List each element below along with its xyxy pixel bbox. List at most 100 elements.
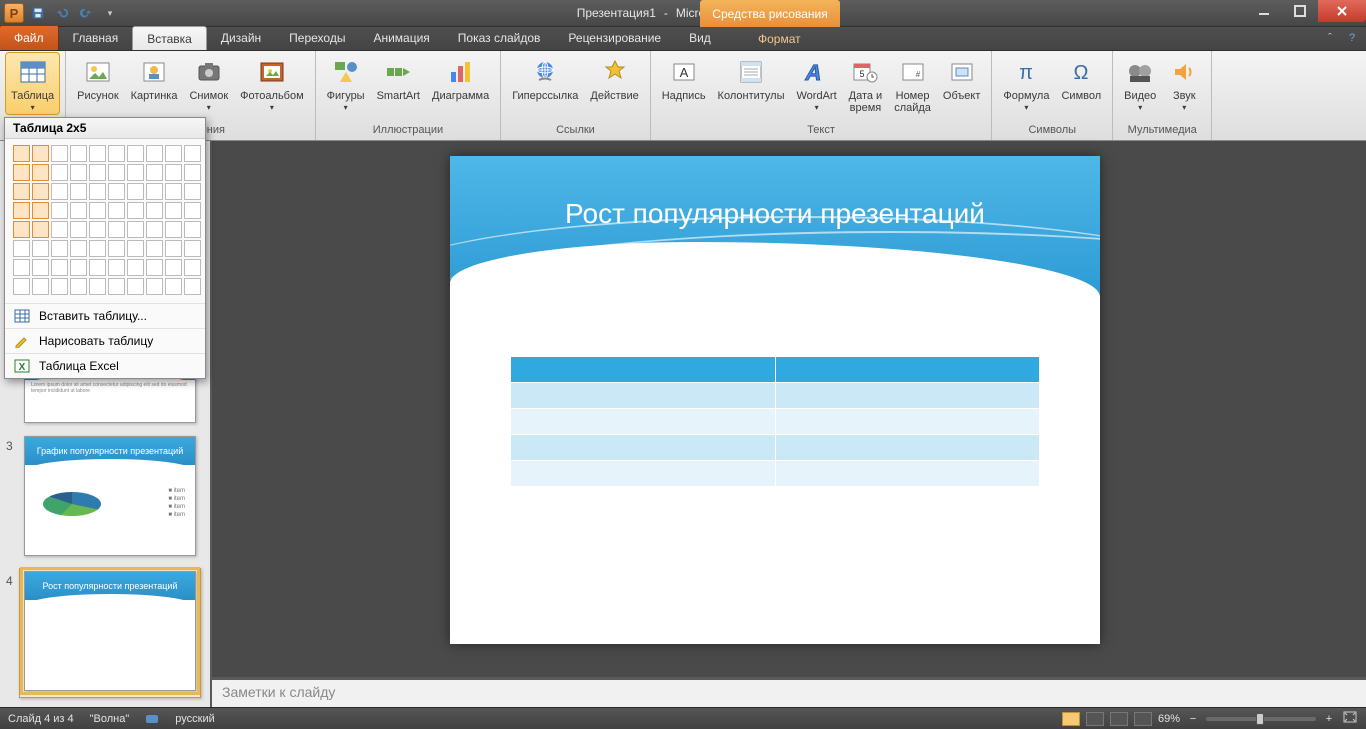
tab-design[interactable]: Дизайн bbox=[207, 26, 275, 50]
picture-icon bbox=[82, 56, 114, 88]
clipart-icon bbox=[138, 56, 170, 88]
svg-text:A: A bbox=[679, 65, 688, 80]
tab-review[interactable]: Рецензирование bbox=[554, 26, 675, 50]
group-media: Видео Звук Мультимедиа bbox=[1113, 51, 1212, 140]
table-button[interactable]: Таблица bbox=[6, 53, 59, 114]
theme-name[interactable]: "Волна" bbox=[90, 713, 130, 725]
screenshot-icon bbox=[193, 56, 225, 88]
photoalbum-button[interactable]: Фотоальбом bbox=[235, 53, 309, 114]
svg-text:X: X bbox=[19, 362, 26, 373]
zoom-level[interactable]: 69% bbox=[1158, 713, 1180, 725]
video-button[interactable]: Видео bbox=[1119, 53, 1161, 114]
slide-canvas[interactable]: Рост популярности презентаций bbox=[450, 156, 1100, 644]
title-bar: P ▾ Презентация1 - Microsoft PowerPoint … bbox=[0, 0, 1366, 27]
zoom-out-button[interactable]: − bbox=[1186, 713, 1200, 725]
group-links: Гиперссылка Действие Ссылки bbox=[501, 51, 651, 140]
equation-button[interactable]: π Формула bbox=[998, 53, 1054, 114]
video-icon bbox=[1124, 56, 1156, 88]
maximize-button[interactable] bbox=[1282, 0, 1318, 22]
excel-icon: X bbox=[13, 358, 31, 374]
svg-text:Ω: Ω bbox=[1074, 62, 1089, 84]
excel-table-menuitem[interactable]: X Таблица Excel bbox=[5, 353, 205, 378]
svg-text:#: # bbox=[915, 70, 920, 79]
textbox-icon: A bbox=[668, 56, 700, 88]
close-button[interactable] bbox=[1318, 0, 1366, 22]
object-button[interactable]: Объект bbox=[938, 53, 985, 114]
symbol-button[interactable]: Ω Символ bbox=[1056, 53, 1106, 114]
audio-button[interactable]: Звук bbox=[1163, 53, 1205, 114]
svg-text:A: A bbox=[803, 60, 824, 85]
table-size-grid[interactable] bbox=[5, 139, 205, 303]
headerfooter-button[interactable]: Колонтитулы bbox=[713, 53, 790, 114]
shapes-button[interactable]: Фигуры bbox=[322, 53, 370, 114]
inserted-table[interactable] bbox=[510, 356, 1040, 487]
spellcheck-icon[interactable] bbox=[145, 713, 159, 725]
action-button[interactable]: Действие bbox=[585, 53, 643, 102]
smartart-button[interactable]: SmartArt bbox=[372, 53, 425, 114]
group-text: A Надпись Колонтитулы A WordArt 5 Дата и… bbox=[651, 51, 993, 140]
draw-table-menuitem[interactable]: Нарисовать таблицу bbox=[5, 328, 205, 353]
slide-thumbnail-4[interactable]: Рост популярности презентаций bbox=[24, 571, 196, 691]
slidenumber-button[interactable]: # Номер слайда bbox=[889, 53, 936, 114]
save-icon[interactable] bbox=[28, 3, 48, 23]
document-name: Презентация1 bbox=[577, 6, 656, 20]
sorter-view-button[interactable] bbox=[1086, 712, 1104, 726]
slide-editor[interactable]: Рост популярности презентаций Заметки к … bbox=[212, 141, 1366, 707]
ribbon-tab-strip: Файл Главная Вставка Дизайн Переходы Ани… bbox=[0, 27, 1366, 51]
textbox-button[interactable]: A Надпись bbox=[657, 53, 711, 114]
tab-home[interactable]: Главная bbox=[59, 26, 133, 50]
contextual-tools-title: Средства рисования bbox=[700, 0, 840, 27]
redo-icon[interactable] bbox=[76, 3, 96, 23]
group-symbols: π Формула Ω Символ Символы bbox=[992, 51, 1113, 140]
normal-view-button[interactable] bbox=[1062, 712, 1080, 726]
app-icon: P bbox=[4, 3, 24, 23]
tab-insert[interactable]: Вставка bbox=[132, 26, 207, 50]
tab-animation[interactable]: Анимация bbox=[359, 26, 443, 50]
language-indicator[interactable]: русский bbox=[175, 713, 214, 725]
minimize-button[interactable] bbox=[1246, 0, 1282, 22]
ribbon-minimize-icon[interactable]: ˆ bbox=[1322, 30, 1338, 46]
headerfooter-icon bbox=[735, 56, 767, 88]
chart-icon bbox=[445, 56, 477, 88]
zoom-in-button[interactable]: + bbox=[1322, 713, 1336, 725]
tab-transitions[interactable]: Переходы bbox=[275, 26, 359, 50]
tab-file[interactable]: Файл bbox=[0, 26, 59, 50]
window-controls bbox=[1246, 0, 1366, 22]
pie-chart-icon bbox=[43, 492, 101, 516]
fit-to-window-button[interactable] bbox=[1342, 710, 1358, 727]
table-icon bbox=[17, 56, 49, 88]
slideshow-view-button[interactable] bbox=[1134, 712, 1152, 726]
notes-pane[interactable]: Заметки к слайду bbox=[212, 677, 1366, 707]
reading-view-button[interactable] bbox=[1110, 712, 1128, 726]
tab-view[interactable]: Вид bbox=[675, 26, 725, 50]
table-dropdown-title: Таблица 2x5 bbox=[5, 118, 205, 139]
datetime-icon: 5 bbox=[849, 56, 881, 88]
picture-button[interactable]: Рисунок bbox=[72, 53, 124, 114]
table-dropdown: Таблица 2x5 Вставить таблицу... Нарисова… bbox=[4, 117, 206, 379]
undo-icon[interactable] bbox=[52, 3, 72, 23]
audio-icon bbox=[1168, 56, 1200, 88]
svg-text:π: π bbox=[1020, 62, 1034, 84]
quick-access-toolbar: ▾ bbox=[28, 3, 120, 23]
hyperlink-button[interactable]: Гиперссылка bbox=[507, 53, 583, 102]
datetime-button[interactable]: 5 Дата и время bbox=[844, 53, 888, 114]
wordart-button[interactable]: A WordArt bbox=[792, 53, 842, 114]
qat-customize-icon[interactable]: ▾ bbox=[100, 3, 120, 23]
group-illustrations: Фигуры SmartArt Диаграмма Иллюстрации bbox=[316, 51, 502, 140]
slide-title-area: Рост популярности презентаций bbox=[450, 156, 1100, 296]
clipart-button[interactable]: Картинка bbox=[126, 53, 183, 114]
hyperlink-icon bbox=[529, 56, 561, 88]
chart-button[interactable]: Диаграмма bbox=[427, 53, 494, 114]
pencil-icon bbox=[13, 333, 31, 349]
photoalbum-icon bbox=[256, 56, 288, 88]
zoom-slider[interactable] bbox=[1206, 717, 1316, 721]
object-icon bbox=[946, 56, 978, 88]
tab-slideshow[interactable]: Показ слайдов bbox=[444, 26, 555, 50]
slide-counter[interactable]: Слайд 4 из 4 bbox=[8, 713, 74, 725]
tab-format[interactable]: Формат bbox=[744, 27, 815, 51]
slide-thumbnail-3[interactable]: График популярности презентаций ■ item■ … bbox=[24, 436, 196, 556]
status-bar: Слайд 4 из 4 "Волна" русский 69% − + bbox=[0, 707, 1366, 729]
insert-table-menuitem[interactable]: Вставить таблицу... bbox=[5, 303, 205, 328]
help-icon[interactable]: ? bbox=[1344, 30, 1360, 46]
screenshot-button[interactable]: Снимок bbox=[184, 53, 233, 114]
